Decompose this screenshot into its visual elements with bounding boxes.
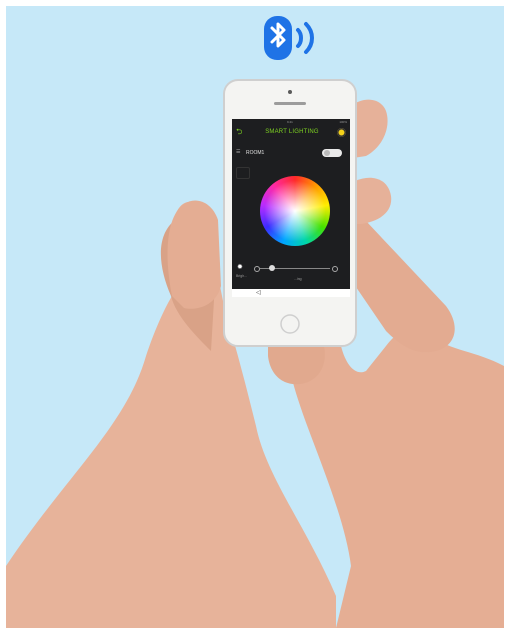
nav-bar: ◁ bbox=[232, 289, 350, 297]
side-tab[interactable] bbox=[236, 167, 250, 179]
toggle-knob bbox=[324, 150, 330, 156]
back-button[interactable]: ⮌ bbox=[236, 127, 246, 137]
phone-screen: 9:41 100% ⮌ SMART LIGHTING ☰ ROOM1 ✹ Bri… bbox=[232, 119, 350, 297]
room-row[interactable]: ☰ ROOM1 bbox=[236, 149, 346, 157]
mode-label: ...ing bbox=[294, 277, 302, 281]
status-time: 9:41 bbox=[287, 120, 293, 124]
color-wheel[interactable] bbox=[260, 176, 330, 246]
max-brightness-icon bbox=[332, 266, 338, 272]
brightness-icon: ✹ bbox=[237, 264, 243, 271]
photo-hands-phone bbox=[6, 79, 504, 628]
room-icon: ☰ bbox=[236, 149, 241, 155]
brightness-slider-row: ✹ Brigh... ...ing bbox=[236, 264, 346, 286]
bluetooth-icon bbox=[264, 16, 314, 60]
min-brightness-icon bbox=[254, 266, 260, 272]
brightness-thumb[interactable] bbox=[268, 265, 275, 271]
brightness-label: Brigh... bbox=[236, 274, 248, 278]
scene: 9:41 100% ⮌ SMART LIGHTING ☰ ROOM1 ✹ Bri… bbox=[6, 6, 504, 628]
room-label: ROOM1 bbox=[246, 150, 265, 156]
status-battery: 100% bbox=[339, 120, 347, 124]
nav-back-icon[interactable]: ◁ bbox=[256, 289, 261, 297]
app-header: ⮌ SMART LIGHTING bbox=[232, 126, 350, 140]
room-toggle[interactable] bbox=[322, 149, 342, 157]
bulb-icon[interactable] bbox=[337, 128, 346, 137]
app-title: SMART LIGHTING bbox=[265, 129, 319, 135]
status-bar: 9:41 100% bbox=[235, 120, 347, 124]
